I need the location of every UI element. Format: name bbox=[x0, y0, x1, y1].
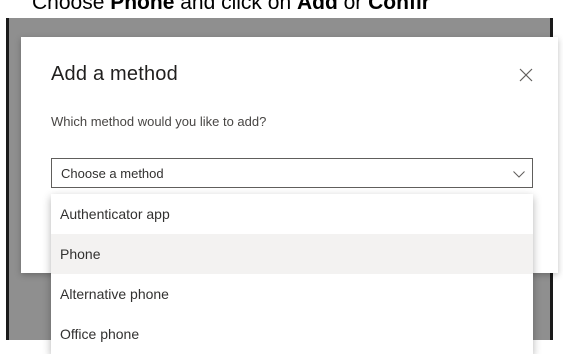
caption-text-1: Choose bbox=[32, 0, 111, 14]
method-options-list: Authenticator app Phone Alternative phon… bbox=[51, 194, 533, 354]
caption-bold-add: Add bbox=[296, 0, 338, 14]
instruction-caption: Choose Phone and click on Add or Confir bbox=[32, 0, 563, 17]
screenshot-frame: Add a method Which method would you like… bbox=[6, 18, 558, 354]
caption-bold-phone: Phone bbox=[110, 0, 175, 14]
dialog-title: Add a method bbox=[51, 63, 178, 85]
chevron-down-icon bbox=[512, 167, 526, 181]
option-phone[interactable]: Phone bbox=[51, 234, 533, 274]
dialog-subtitle: Which method would you like to add? bbox=[51, 114, 267, 129]
method-select[interactable]: Choose a method bbox=[51, 158, 533, 188]
option-authenticator-app[interactable]: Authenticator app bbox=[51, 194, 533, 234]
caption-text-3: or bbox=[337, 0, 369, 14]
caption-bold-confirm: Confir bbox=[368, 0, 430, 14]
option-alternative-phone[interactable]: Alternative phone bbox=[51, 274, 533, 314]
method-select-placeholder: Choose a method bbox=[61, 166, 164, 181]
option-office-phone[interactable]: Office phone bbox=[51, 314, 533, 354]
caption-text-2: and click on bbox=[174, 0, 297, 14]
close-icon[interactable] bbox=[514, 63, 538, 87]
